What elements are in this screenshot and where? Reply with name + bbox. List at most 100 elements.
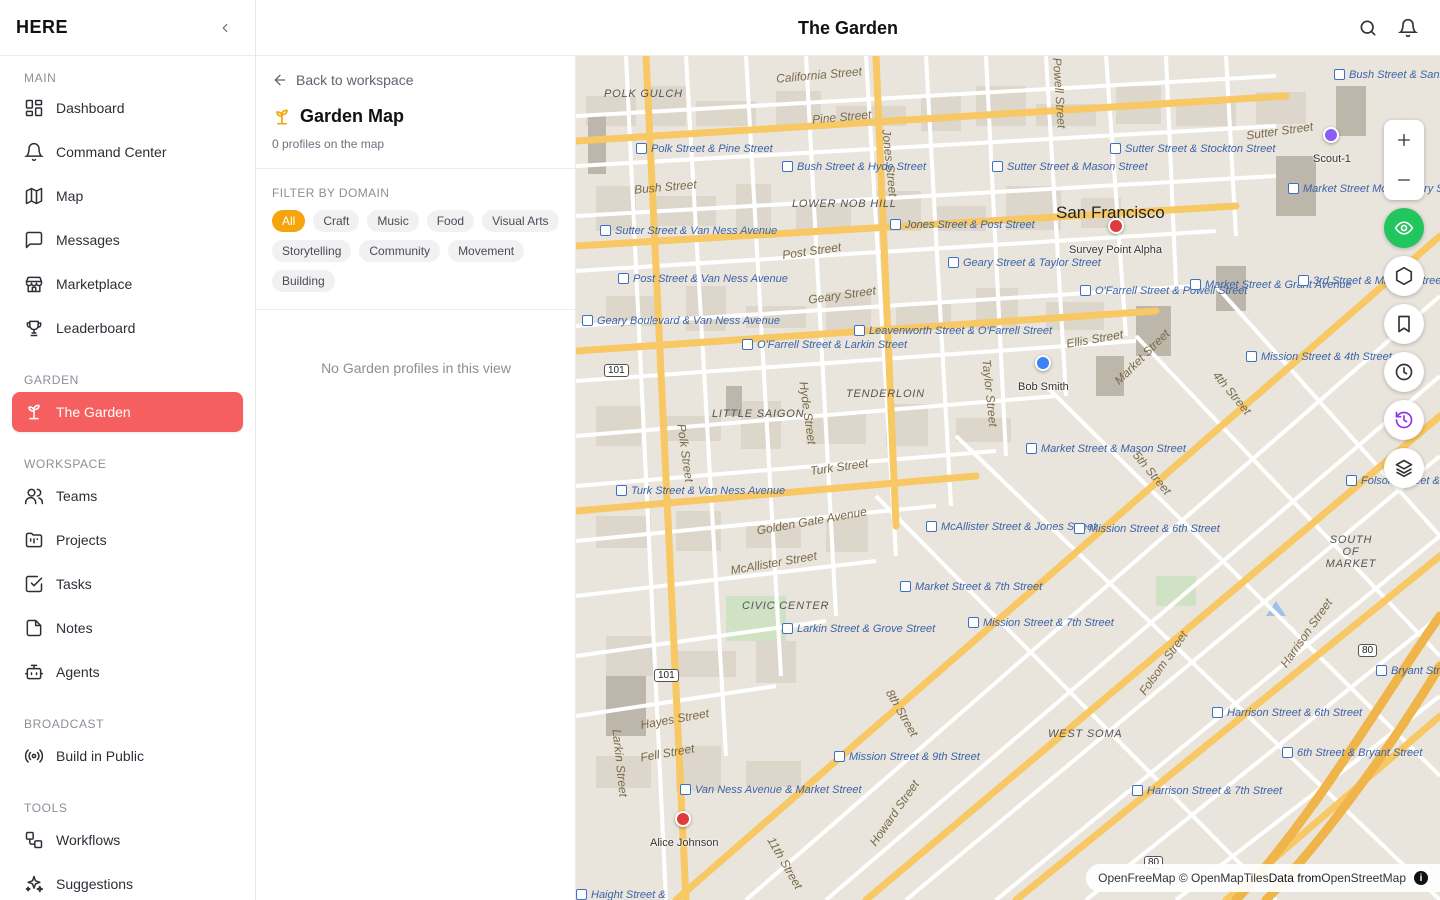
sprout-icon bbox=[276, 109, 288, 124]
toggle-visibility-button[interactable] bbox=[1384, 208, 1424, 248]
chip-food[interactable]: Food bbox=[426, 210, 475, 232]
back-label: Back to workspace bbox=[296, 72, 414, 88]
transit-stop[interactable]: Harrison Street & 7th Street bbox=[1132, 784, 1282, 798]
transit-stop[interactable]: Sutter Street & Stockton Street bbox=[1110, 142, 1275, 156]
bus-stop-icon bbox=[948, 257, 959, 268]
transit-stop[interactable]: Larkin Street & Grove Street bbox=[782, 622, 935, 636]
chip-community[interactable]: Community bbox=[359, 240, 441, 262]
garden-panel: Back to workspace Garden Map 0 profiles … bbox=[256, 56, 576, 900]
chip-movement[interactable]: Movement bbox=[448, 240, 525, 262]
transit-stop[interactable]: Turk Street & Van Ness Avenue bbox=[616, 484, 785, 498]
hexagon-icon bbox=[1395, 266, 1413, 286]
bookmark-button[interactable] bbox=[1384, 304, 1424, 344]
sidebar-item-label: Teams bbox=[56, 488, 98, 504]
transit-stop[interactable]: Mission Street & 6th Street bbox=[1074, 522, 1220, 536]
highway-shield: 101 bbox=[604, 364, 629, 377]
sidebar-item-notes[interactable]: Notes bbox=[12, 608, 243, 648]
notifications-button[interactable] bbox=[1397, 18, 1419, 38]
transit-stop[interactable]: Van Ness Avenue & Market Street bbox=[680, 783, 862, 797]
zoom-in-icon bbox=[1398, 134, 1410, 146]
bus-stop-icon bbox=[1282, 747, 1293, 758]
sidebar-item-messages[interactable]: Messages bbox=[12, 220, 243, 260]
sidebar-item-command-center[interactable]: Command Center bbox=[12, 132, 243, 172]
transit-stop[interactable]: Leavenworth Street & O'Farrell Street bbox=[854, 324, 1052, 338]
transit-stop[interactable]: Sutter Street & Van Ness Avenue bbox=[600, 224, 777, 238]
attribution-osm[interactable]: OpenStreetMap bbox=[1321, 871, 1406, 885]
transit-stop[interactable]: Sutter Street & Mason Street bbox=[992, 160, 1148, 174]
bus-stop-icon bbox=[618, 273, 629, 284]
sidebar-item-the-garden[interactable]: The Garden bbox=[12, 392, 243, 432]
clock-icon bbox=[1395, 363, 1413, 381]
chip-visual-arts[interactable]: Visual Arts bbox=[482, 210, 559, 232]
bus-stop-icon bbox=[1190, 279, 1201, 290]
highway-shield: 80 bbox=[1358, 644, 1378, 657]
zoom-out-button[interactable] bbox=[1384, 160, 1424, 200]
trophy-icon bbox=[26, 320, 42, 337]
transit-stop[interactable]: Bush Street & Hyde Street bbox=[782, 160, 926, 174]
transit-stop[interactable]: Jones Street & Post Street bbox=[890, 218, 1035, 232]
sidebar-item-label: Leaderboard bbox=[56, 320, 136, 336]
map-marker[interactable] bbox=[1108, 218, 1124, 234]
chip-all[interactable]: All bbox=[272, 210, 306, 232]
transit-stop[interactable]: McAllister Street & Jones Street bbox=[926, 520, 1096, 534]
chip-storytelling[interactable]: Storytelling bbox=[272, 240, 352, 262]
sidebar-item-suggestions[interactable]: Suggestions bbox=[12, 864, 243, 900]
map-marker[interactable] bbox=[1323, 127, 1339, 143]
chip-craft[interactable]: Craft bbox=[313, 210, 360, 232]
map-marker[interactable] bbox=[1035, 355, 1051, 371]
bot-icon bbox=[24, 664, 44, 680]
transit-stop[interactable]: Harrison Street & 6th Street bbox=[1212, 706, 1362, 720]
transit-stop[interactable]: Bryant Street & 5th Street bbox=[1376, 664, 1440, 678]
hexagon-button[interactable] bbox=[1384, 256, 1424, 296]
bus-stop-icon bbox=[1334, 69, 1345, 80]
sidebar-item-build-in-public[interactable]: Build in Public bbox=[12, 736, 243, 776]
back-to-workspace-link[interactable]: Back to workspace bbox=[272, 72, 414, 88]
radio-icon bbox=[24, 749, 44, 763]
sidebar-item-agents[interactable]: Agents bbox=[12, 652, 243, 692]
layers-button[interactable] bbox=[1384, 448, 1424, 488]
zoom-in-button[interactable] bbox=[1384, 120, 1424, 160]
attribution-text[interactable]: OpenFreeMap © OpenMapTiles bbox=[1098, 871, 1268, 885]
sidebar-item-map[interactable]: Map bbox=[12, 176, 243, 216]
clock-button[interactable] bbox=[1384, 352, 1424, 392]
layers-icon bbox=[1395, 459, 1413, 478]
transit-stop[interactable]: 6th Street & Bryant Street bbox=[1282, 746, 1422, 760]
transit-stop[interactable]: Mission Street & 7th Street bbox=[968, 616, 1114, 630]
district-label: LITTLE SAIGON bbox=[712, 408, 805, 420]
sidebar-item-workflows[interactable]: Workflows bbox=[12, 820, 243, 860]
chip-building[interactable]: Building bbox=[272, 270, 335, 292]
transit-stop[interactable]: Haight Street & bbox=[576, 888, 666, 900]
history-icon bbox=[1395, 411, 1413, 429]
transit-stop[interactable]: Mission Street & 9th Street bbox=[834, 750, 980, 764]
bus-stop-icon bbox=[900, 581, 911, 592]
map-icon bbox=[25, 187, 43, 205]
sidebar-item-dashboard[interactable]: Dashboard bbox=[12, 88, 243, 128]
transit-stop[interactable]: O'Farrell Street & Larkin Street bbox=[742, 338, 907, 352]
search-button[interactable] bbox=[1358, 18, 1378, 38]
marker-label: Survey Point Alpha bbox=[1069, 244, 1162, 256]
transit-stop[interactable]: Polk Street & Pine Street bbox=[636, 142, 773, 156]
transit-stop[interactable]: Post Street & Van Ness Avenue bbox=[618, 272, 788, 286]
transit-stop[interactable]: Geary Street & Taylor Street bbox=[948, 256, 1101, 270]
info-icon[interactable]: i bbox=[1414, 871, 1428, 885]
section-garden: GARDEN bbox=[24, 373, 79, 387]
chip-music[interactable]: Music bbox=[367, 210, 419, 232]
arrow-left-icon bbox=[274, 74, 286, 86]
garden-map[interactable]: California Street Pine Street Bush Stree… bbox=[576, 56, 1440, 900]
sidebar-item-tasks[interactable]: Tasks bbox=[12, 564, 243, 604]
sidebar-item-leaderboard[interactable]: Leaderboard bbox=[12, 308, 243, 348]
transit-stop[interactable]: Market Street & Mason Street bbox=[1026, 442, 1186, 456]
transit-stop[interactable]: Market Street & 7th Street bbox=[900, 580, 1042, 594]
sidebar-item-marketplace[interactable]: Marketplace bbox=[12, 264, 243, 304]
bus-stop-icon bbox=[1212, 707, 1223, 718]
sidebar-item-projects[interactable]: Projects bbox=[12, 520, 243, 560]
map-marker[interactable] bbox=[675, 811, 691, 827]
transit-stop[interactable]: Mission Street & 4th Street bbox=[1246, 350, 1392, 364]
sidebar-item-teams[interactable]: Teams bbox=[12, 476, 243, 516]
sidebar-collapse-button[interactable] bbox=[217, 20, 233, 36]
app-logo[interactable]: HERE bbox=[16, 17, 68, 38]
highway-shield: 101 bbox=[654, 669, 679, 682]
transit-stop[interactable]: Bush Street & Sansome Street bbox=[1334, 68, 1440, 82]
history-button[interactable] bbox=[1384, 400, 1424, 440]
transit-stop[interactable]: Geary Boulevard & Van Ness Avenue bbox=[582, 314, 780, 328]
